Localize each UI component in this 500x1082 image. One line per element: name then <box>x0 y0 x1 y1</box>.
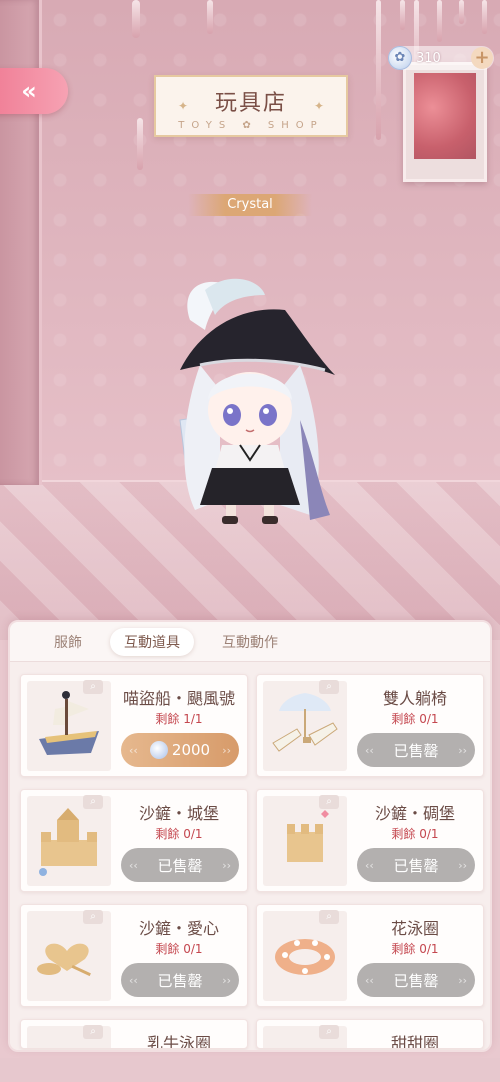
currency-counter: ✿ 310 + <box>388 46 494 70</box>
sold-out-label: 已售罄 <box>157 856 203 875</box>
hanging-crystal <box>132 0 140 38</box>
item-title: 花泳圈 <box>390 919 439 938</box>
sand-castle-icon <box>39 808 97 876</box>
chevron-right-icon: ›› <box>458 973 467 987</box>
magnify-icon[interactable]: ⌕ <box>319 910 339 924</box>
magnify-icon[interactable]: ⌕ <box>319 680 339 694</box>
chevron-left-icon: ‹‹ <box>365 973 374 987</box>
item-title: 雙人躺椅 <box>382 689 447 708</box>
hanging-crystal <box>137 118 143 170</box>
category-tabs: 服飾 互動道具 互動動作 <box>10 622 490 662</box>
plus-icon[interactable]: + <box>471 47 493 69</box>
item-card[interactable]: ⌕ 花泳圈 剩餘 0/1 ‹‹ 已售罄 ›› <box>256 904 484 1007</box>
magnify-icon[interactable]: ⌕ <box>319 1025 339 1039</box>
item-remaining: 剩餘 0/1 <box>155 942 203 956</box>
chevron-right-icon: ›› <box>458 743 467 757</box>
character-avatar[interactable] <box>160 270 340 530</box>
chevron-right-icon: ›› <box>222 858 231 872</box>
sold-out-button: ‹‹ 已售罄 ›› <box>121 963 239 997</box>
shop-scene: ✿ 310 + « ✦ ✦ 玩具店 TOYS ✿ SHOP Crystal <box>0 0 500 640</box>
hanging-crystal <box>437 0 442 42</box>
item-card[interactable]: ⌕ 乳牛泳圈 <box>20 1019 248 1049</box>
item-thumbnail <box>263 911 347 1001</box>
magnify-icon[interactable]: ⌕ <box>83 910 103 924</box>
item-card[interactable]: ⌕ 雙人躺椅 剩餘 0/1 ‹‹ 已售罄 ›› <box>256 674 484 777</box>
shell-currency-icon <box>149 741 168 759</box>
item-thumbnail <box>27 796 111 886</box>
hanging-crystal <box>376 0 381 140</box>
item-thumbnail <box>263 681 347 771</box>
chevron-left-icon: ‹‹ <box>129 743 138 757</box>
magnify-icon[interactable]: ⌕ <box>83 795 103 809</box>
pirate-ship-icon <box>39 691 99 755</box>
sold-out-label: 已售罄 <box>393 741 439 760</box>
double-chevron-left-icon: « <box>21 77 37 105</box>
chevron-left-icon: ‹‹ <box>365 743 374 757</box>
item-card[interactable]: ⌕ 沙鏟・愛心 剩餘 0/1 ‹‹ 已售罄 ›› <box>20 904 248 1007</box>
hanging-crystal <box>482 0 487 34</box>
item-card[interactable]: ⌕ 沙鏟・城堡 剩餘 0/1 ‹‹ 已售罄 ›› <box>20 789 248 892</box>
back-button[interactable]: « <box>0 68 68 114</box>
sold-out-button: ‹‹ 已售罄 ›› <box>357 848 475 882</box>
item-card[interactable]: ⌕ 沙鏟・碉堡 剩餘 0/1 ‹‹ 已售罄 ›› <box>256 789 484 892</box>
item-card[interactable]: ⌕ 甜甜圈 <box>256 1019 484 1049</box>
sold-out-button: ‹‹ 已售罄 ›› <box>357 733 475 767</box>
item-title: 沙鏟・碉堡 <box>374 804 455 823</box>
magnify-icon[interactable]: ⌕ <box>319 795 339 809</box>
tab-interactive-props[interactable]: 互動道具 <box>110 627 194 656</box>
item-remaining: 剩餘 0/1 <box>155 827 203 841</box>
shell-currency-icon: ✿ <box>388 46 412 70</box>
tab-clothing[interactable]: 服飾 <box>40 628 96 656</box>
sparkle-icon: ✦ <box>313 99 324 113</box>
chevron-right-icon: ›› <box>222 973 231 987</box>
wall-painting <box>403 62 487 182</box>
character-name: Crystal <box>188 194 312 216</box>
item-remaining: 剩餘 1/1 <box>155 712 203 726</box>
item-grid: ⌕ 喵盜船・颶風號 剩餘 1/1 ‹‹ 2000 ›› ⌕ 雙人躺椅 剩餘 0/… <box>10 662 490 1049</box>
chevron-left-icon: ‹‹ <box>129 973 138 987</box>
lounge-chair-icon <box>272 693 338 752</box>
item-thumbnail <box>27 911 111 1001</box>
item-thumbnail <box>263 796 347 886</box>
sand-fort-icon <box>287 810 329 862</box>
sold-out-button: ‹‹ 已售罄 ›› <box>357 963 475 997</box>
sold-out-label: 已售罄 <box>393 856 439 875</box>
shop-panel: 服飾 互動道具 互動動作 ⌕ 喵盜船・颶風號 剩餘 1/1 ‹‹ 2000 ››… <box>8 620 492 1052</box>
item-thumbnail <box>27 681 111 771</box>
item-title: 喵盜船・颶風號 <box>122 689 235 708</box>
tab-interactive-actions[interactable]: 互動動作 <box>208 628 292 656</box>
item-title: 沙鏟・愛心 <box>138 919 219 938</box>
chevron-right-icon: ›› <box>222 743 231 757</box>
item-remaining: 剩餘 0/1 <box>391 942 439 956</box>
shop-sign: ✦ ✦ 玩具店 TOYS ✿ SHOP <box>154 75 348 137</box>
hanging-crystal <box>459 0 464 24</box>
sold-out-label: 已售罄 <box>393 971 439 990</box>
shop-subtitle: TOYS ✿ SHOP <box>178 120 324 131</box>
flower-swim-ring-icon <box>275 939 335 975</box>
currency-amount: 310 <box>416 50 441 66</box>
hanging-crystal <box>207 0 213 34</box>
chevron-left-icon: ‹‹ <box>365 858 374 872</box>
magnify-icon[interactable]: ⌕ <box>83 680 103 694</box>
chevron-left-icon: ‹‹ <box>129 858 138 872</box>
sold-out-label: 已售罄 <box>157 971 203 990</box>
sparkle-icon: ✦ <box>178 99 189 113</box>
sold-out-button: ‹‹ 已售罄 ›› <box>121 848 239 882</box>
item-title: 乳牛泳圈 <box>146 1034 211 1049</box>
sand-heart-icon <box>37 943 91 977</box>
item-remaining: 剩餘 0/1 <box>391 827 439 841</box>
buy-button[interactable]: ‹‹ 2000 ›› <box>121 733 239 767</box>
item-title: 沙鏟・城堡 <box>138 804 219 823</box>
item-remaining: 剩餘 0/1 <box>391 712 439 726</box>
item-title: 甜甜圈 <box>390 1034 439 1049</box>
hanging-crystal <box>400 0 405 30</box>
item-card[interactable]: ⌕ 喵盜船・颶風號 剩餘 1/1 ‹‹ 2000 ›› <box>20 674 248 777</box>
bottom-bar <box>0 1058 500 1082</box>
price-label: 2000 <box>171 741 211 759</box>
chevron-right-icon: ›› <box>458 858 467 872</box>
magnify-icon[interactable]: ⌕ <box>83 1025 103 1039</box>
